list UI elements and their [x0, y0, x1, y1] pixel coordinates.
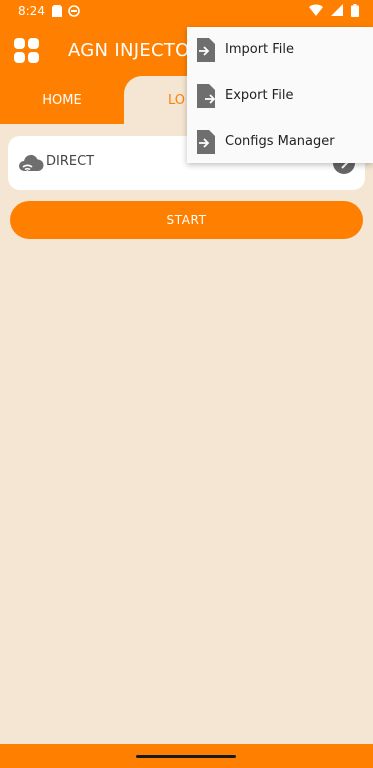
menu-item-configs-manager[interactable]: Configs Manager [187, 119, 373, 165]
tab-logs[interactable]: LO [168, 76, 185, 126]
app-title: AGN INJECTOR [68, 40, 203, 61]
battery-icon [351, 4, 359, 20]
wifi-icon [309, 4, 323, 20]
status-bar: 8:24 [0, 0, 373, 24]
tab-home[interactable]: HOME [0, 76, 124, 124]
menu-item-import-file[interactable]: Import File [187, 27, 373, 73]
cloud-wifi-icon [18, 151, 44, 177]
sd-card-icon [52, 5, 62, 20]
menu-item-label: Import File [225, 42, 295, 57]
overflow-menu: Import File Export File Configs Manager [187, 27, 373, 163]
status-time: 8:24 [18, 4, 45, 18]
home-gesture-handle[interactable] [136, 755, 236, 758]
menu-item-label: Configs Manager [225, 134, 335, 149]
file-import-icon [195, 38, 217, 62]
signal-icon [331, 4, 343, 20]
navigation-bar [0, 744, 373, 768]
menu-item-label: Export File [225, 88, 294, 103]
notification-icon [68, 5, 80, 20]
start-button[interactable]: START [10, 201, 363, 239]
file-export-icon [195, 84, 217, 108]
file-settings-icon [195, 130, 217, 154]
server-label: DIRECT [46, 154, 95, 169]
drawer-menu-icon[interactable] [14, 38, 40, 64]
menu-item-export-file[interactable]: Export File [187, 73, 373, 119]
